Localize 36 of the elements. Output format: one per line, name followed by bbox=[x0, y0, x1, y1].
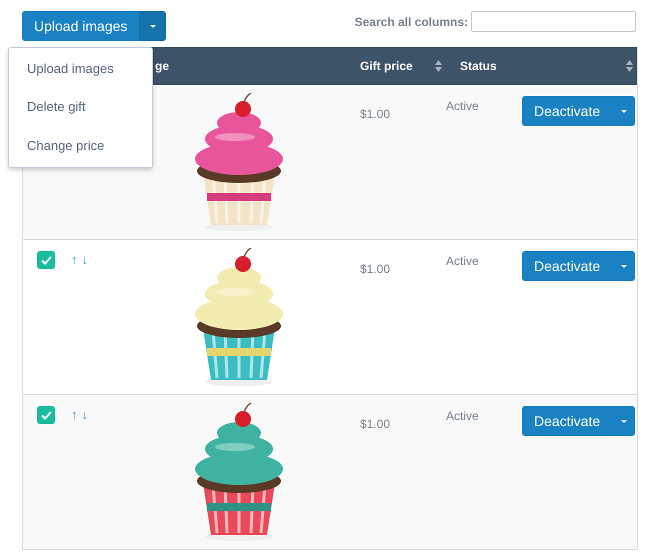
move-up-link[interactable]: ↑ bbox=[71, 407, 78, 422]
dropdown-toggle[interactable] bbox=[612, 251, 636, 281]
checkbox[interactable] bbox=[37, 251, 55, 269]
deactivate-button[interactable]: Deactivate bbox=[522, 406, 612, 436]
move-up-link[interactable]: ↑ bbox=[71, 252, 78, 267]
check-icon bbox=[40, 410, 52, 420]
deactivate-button[interactable]: Deactivate bbox=[522, 96, 612, 126]
upload-button[interactable]: Upload images bbox=[22, 11, 140, 41]
status-text: Active bbox=[446, 409, 479, 423]
menu-item[interactable]: Delete gift bbox=[9, 97, 152, 118]
dropdown-toggle[interactable] bbox=[612, 96, 636, 126]
dropdown-toggle[interactable] bbox=[612, 406, 636, 436]
search-label: Search all columns: bbox=[354, 14, 468, 28]
caret-icon bbox=[150, 24, 156, 28]
column-header: Status bbox=[459, 59, 497, 73]
status-text: Active bbox=[446, 254, 479, 268]
column-header[interactable]: Gift price bbox=[346, 59, 413, 73]
caret-icon bbox=[620, 110, 627, 112]
move-down-link[interactable]: ↓ bbox=[82, 252, 88, 267]
sort-icon[interactable] bbox=[435, 60, 442, 72]
column-header: ge bbox=[154, 59, 170, 73]
menu-item[interactable]: Upload images bbox=[9, 59, 152, 80]
caret-icon bbox=[620, 264, 627, 268]
price-text: $1.00 bbox=[360, 417, 390, 431]
caret-icon bbox=[620, 420, 627, 422]
search-field[interactable] bbox=[471, 11, 636, 32]
price-text: $1.00 bbox=[360, 262, 390, 276]
dropdown-toggle[interactable] bbox=[139, 11, 166, 41]
menu-item[interactable]: Change price bbox=[9, 136, 152, 156]
checkbox[interactable] bbox=[37, 406, 55, 424]
sort-icon[interactable] bbox=[626, 60, 633, 72]
move-down-link[interactable]: ↓ bbox=[82, 407, 88, 422]
status-text: Active bbox=[446, 99, 479, 113]
price-text: $1.00 bbox=[360, 107, 390, 121]
check-icon bbox=[40, 256, 52, 264]
deactivate-button[interactable]: Deactivate bbox=[522, 251, 612, 281]
